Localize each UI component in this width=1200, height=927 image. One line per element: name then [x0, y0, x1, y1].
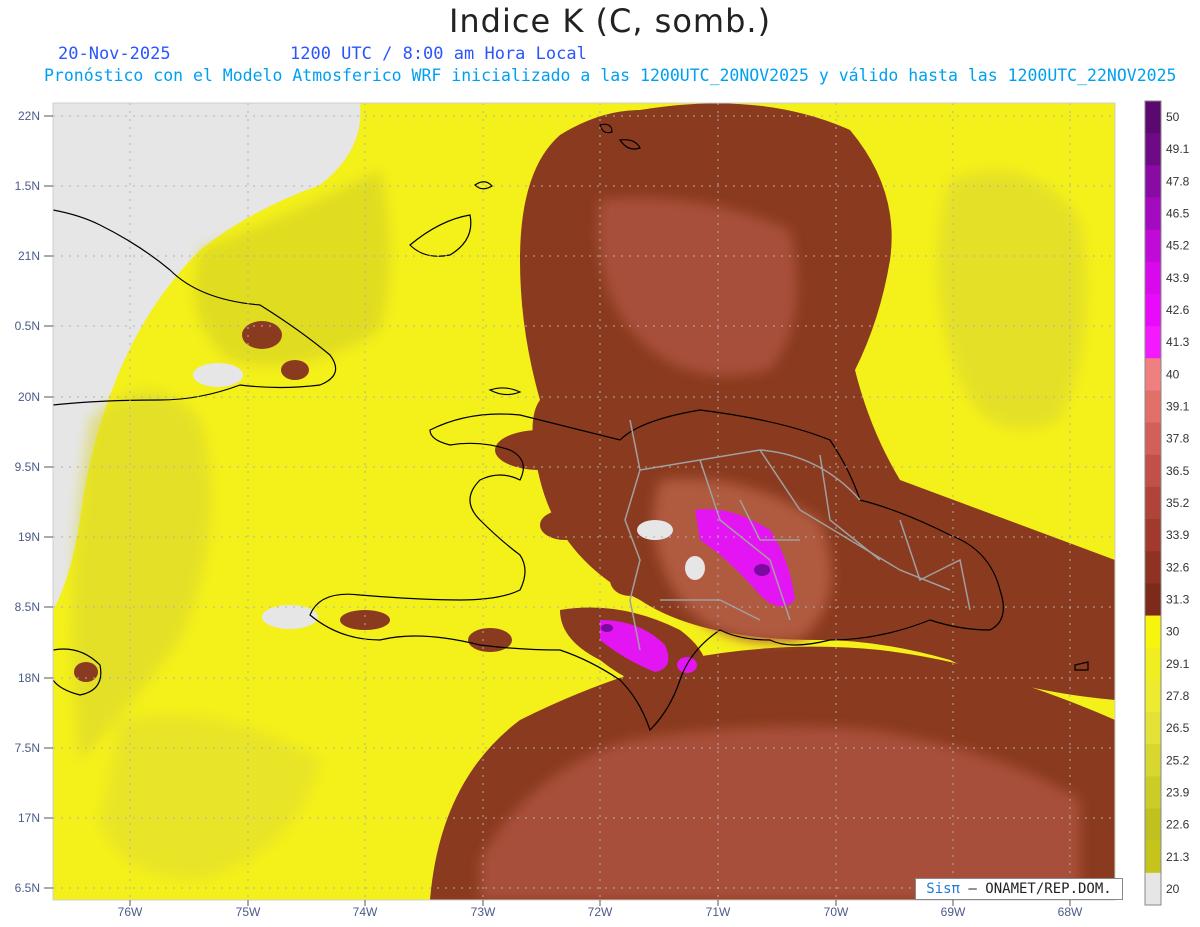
colorbar-swatch	[1145, 133, 1161, 166]
colorbar-swatch	[1145, 261, 1161, 295]
colorbar-swatch	[1145, 583, 1161, 617]
colorbar-label: 39.1	[1166, 400, 1190, 414]
colorbar-swatch	[1145, 808, 1161, 842]
lat-ticks	[44, 115, 53, 889]
colorbar-swatch	[1145, 551, 1161, 584]
colorbar-swatch	[1145, 390, 1161, 424]
colorbar-swatch	[1145, 101, 1161, 134]
colorbar-label: 47.8	[1166, 174, 1190, 188]
colorbar-swatch	[1145, 744, 1161, 777]
lat-label: 20N	[18, 390, 40, 404]
lon-label: 72W	[588, 905, 613, 919]
colorbar-swatch	[1145, 358, 1161, 391]
lon-label: 75W	[236, 905, 261, 919]
sis-logo: Sisπ	[926, 881, 960, 897]
colorbar-label: 20	[1166, 882, 1180, 896]
lat-label: 18N	[18, 671, 40, 685]
lon-label: 68W	[1058, 905, 1083, 919]
colorbar-swatch	[1145, 454, 1161, 488]
colorbar-swatch	[1145, 197, 1161, 231]
lat-label: 17N	[18, 811, 40, 825]
lat-label: 8.5N	[15, 600, 40, 614]
colorbar-swatch	[1145, 776, 1161, 810]
lat-label: 1.5N	[15, 179, 40, 193]
colorbar-label: 42.6	[1166, 303, 1190, 317]
colorbar-label: 50	[1166, 110, 1180, 124]
lon-label: 76W	[118, 905, 143, 919]
colorbar-label: 29.1	[1166, 657, 1190, 671]
map-field	[53, 103, 1115, 900]
colorbar-label: 23.9	[1166, 785, 1190, 799]
colorbar-label: 37.8	[1166, 432, 1190, 446]
colorbar-swatch	[1145, 840, 1161, 874]
colorbar-swatch	[1145, 712, 1161, 745]
colorbar-label: 40	[1166, 367, 1180, 381]
colorbar-label: 41.3	[1166, 335, 1190, 349]
colorbar-label: 43.9	[1166, 271, 1190, 285]
colorbar-swatch	[1145, 615, 1161, 649]
lon-axis: 76W 75W 74W 73W 72W 71W 70W 69W 68W	[118, 905, 1083, 919]
lat-label: 9.5N	[15, 460, 40, 474]
credit-org: – ONAMET/REP.DOM.	[968, 881, 1112, 897]
colorbar-swatch	[1145, 229, 1161, 263]
colorbar-label: 22.6	[1166, 818, 1190, 832]
lat-label: 7.5N	[15, 741, 40, 755]
k-index-map: 22N 1.5N 21N 0.5N 20N 9.5N 19N 8.5N 18N …	[15, 100, 1190, 919]
colorbar-swatch	[1145, 293, 1161, 327]
colorbar-swatch	[1145, 326, 1161, 359]
colorbar-label: 25.2	[1166, 753, 1190, 767]
lat-label: 22N	[18, 109, 40, 123]
lat-axis: 22N 1.5N 21N 0.5N 20N 9.5N 19N 8.5N 18N …	[15, 109, 40, 895]
colorbar-label: 31.3	[1166, 592, 1190, 606]
colorbar-swatch	[1145, 679, 1161, 713]
colorbar-swatch	[1145, 647, 1161, 681]
colorbar-swatch	[1145, 165, 1161, 198]
lon-label: 69W	[941, 905, 966, 919]
lon-label: 71W	[706, 905, 731, 919]
colorbar-swatch	[1145, 422, 1161, 456]
colorbar-label: 49.1	[1166, 142, 1190, 156]
lon-label: 74W	[353, 905, 378, 919]
lat-label: 6.5N	[15, 881, 40, 895]
lon-ticks	[129, 900, 1071, 906]
colorbar-label: 33.9	[1166, 528, 1190, 542]
lat-label: 19N	[18, 530, 40, 544]
colorbar-label: 27.8	[1166, 689, 1190, 703]
colorbar-label: 46.5	[1166, 207, 1190, 221]
colorbar-swatch	[1145, 872, 1161, 906]
colorbar-label: 35.2	[1166, 496, 1190, 510]
lat-label: 0.5N	[15, 319, 40, 333]
credit-box: Sisπ – ONAMET/REP.DOM.	[915, 878, 1123, 900]
lon-label: 73W	[471, 905, 496, 919]
colorbar-swatch	[1145, 519, 1161, 552]
colorbar-label: 45.2	[1166, 239, 1190, 253]
colorbar-label: 26.5	[1166, 721, 1190, 735]
lat-label: 21N	[18, 249, 40, 263]
colorbar-label: 21.3	[1166, 850, 1190, 864]
colorbar-label: 36.5	[1166, 464, 1190, 478]
colorbar-swatch	[1145, 486, 1161, 520]
colorbar-label: 30	[1166, 625, 1180, 639]
colorbar: 50 49.1 47.8 46.5 45.2 43.9 42.6 41.3 40 39.1 37.8…	[1145, 101, 1190, 906]
colorbar-label: 32.6	[1166, 560, 1190, 574]
lon-label: 70W	[824, 905, 849, 919]
